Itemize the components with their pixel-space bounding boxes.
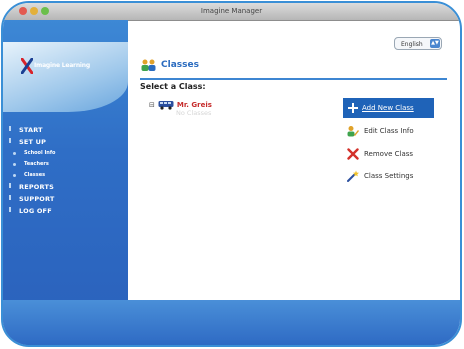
page-title: Classes <box>161 60 199 70</box>
imagine-learning-logo-icon <box>21 58 33 74</box>
remove-x-icon <box>347 148 359 160</box>
add-new-class-button[interactable]: Add New Class <box>343 98 434 118</box>
nav-item-set-up[interactable]: SET UP <box>3 136 128 148</box>
zoom-window-button[interactable] <box>41 7 49 15</box>
nav-item-start[interactable]: START <box>3 124 128 136</box>
plus-icon <box>348 103 358 113</box>
window-titlebar: Imagine Manager <box>3 3 460 21</box>
collapse-icon[interactable]: ⊟ <box>149 101 155 109</box>
edit-class-info-label: Edit Class Info <box>364 127 414 135</box>
nav-item-log-off[interactable]: LOG OFF <box>3 205 128 217</box>
edit-user-icon <box>347 126 359 137</box>
remove-class-button[interactable]: Remove Class <box>347 148 413 160</box>
minimize-window-button[interactable] <box>30 7 38 15</box>
logo-panel <box>3 42 128 112</box>
no-classes-text: No Classes <box>176 109 212 117</box>
teacher-name[interactable]: Mr. Greis <box>177 101 212 109</box>
close-window-button[interactable] <box>19 7 27 15</box>
class-settings-button[interactable]: Class Settings <box>347 170 413 182</box>
teacher-bus-icon <box>158 101 174 110</box>
nav-item-support[interactable]: SUPPORT <box>3 193 128 205</box>
header-divider <box>140 78 447 80</box>
nav-subitem-classes[interactable]: Classes <box>3 170 128 181</box>
sidebar: Imagine Learning START SET UP School Inf… <box>3 20 128 345</box>
window-controls <box>19 7 49 15</box>
select-class-label: Select a Class: <box>140 82 206 91</box>
nav-subitem-teachers[interactable]: Teachers <box>3 159 128 170</box>
nav-item-reports[interactable]: REPORTS <box>3 181 128 193</box>
class-settings-label: Class Settings <box>364 172 414 180</box>
remove-class-label: Remove Class <box>364 150 414 158</box>
window-title: Imagine Manager <box>200 7 263 15</box>
nav-subitem-school-info[interactable]: School Info <box>3 148 128 159</box>
bottom-band <box>3 300 460 345</box>
add-new-class-label: Add New Class <box>362 104 414 112</box>
edit-class-info-button[interactable]: Edit Class Info <box>347 125 414 137</box>
main-content: Classes Select a Class: ⊟ Mr. Greis No C… <box>128 20 460 300</box>
app-window: Imagine Manager Imagine Learning START S… <box>1 1 462 347</box>
people-group-icon <box>141 59 156 71</box>
magic-wand-icon <box>347 170 359 182</box>
sidebar-nav: START SET UP School Info Teachers Classe… <box>3 124 128 217</box>
page-header: Classes <box>141 59 199 71</box>
logo-text: Imagine Learning <box>34 62 90 69</box>
